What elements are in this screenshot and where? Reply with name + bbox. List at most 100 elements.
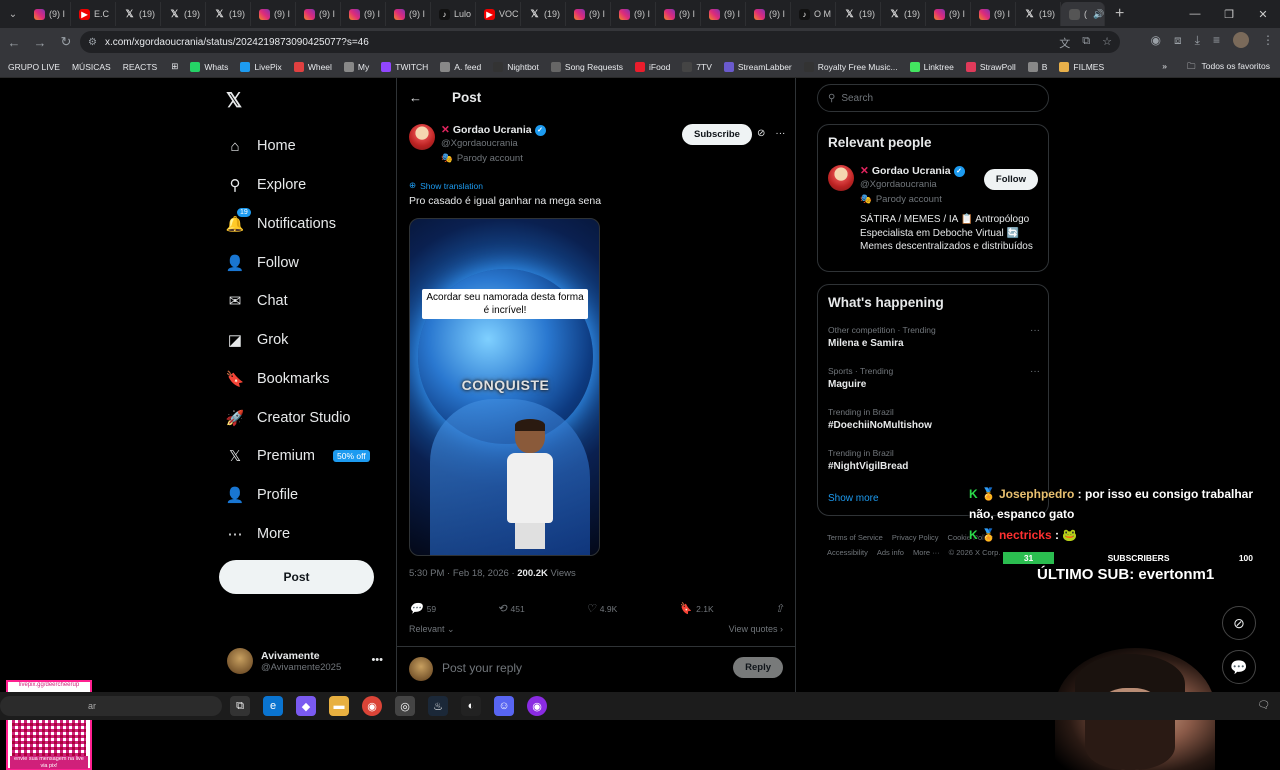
- app-icon[interactable]: ◐: [461, 696, 481, 716]
- grok-icon[interactable]: ⊘: [757, 128, 765, 139]
- bookmark-item[interactable]: REACTS ⊞: [123, 61, 179, 72]
- sidebar-item-bookmarks[interactable]: 🔖 Bookmarks: [226, 371, 330, 388]
- discord-icon[interactable]: ☺: [494, 696, 514, 716]
- edge-icon[interactable]: e: [263, 696, 283, 716]
- profile-avatar-icon[interactable]: [1233, 32, 1249, 48]
- browser-tab[interactable]: 𝕏 (19): [161, 2, 206, 26]
- browser-tab[interactable]: (9) I: [251, 2, 296, 26]
- bookmark-item[interactable]: MÚSICAS: [72, 62, 111, 72]
- author-name[interactable]: Gordao Ucrania: [453, 124, 532, 136]
- bookmark-item[interactable]: Royalty Free Music...: [803, 61, 898, 72]
- more-dots-icon[interactable]: ···: [1030, 366, 1040, 377]
- file-explorer-icon[interactable]: ▬: [329, 696, 349, 716]
- browser-tab[interactable]: ♪ Lulo: [431, 2, 476, 26]
- browser-tab[interactable]: ▶ VOC: [476, 2, 521, 26]
- translate-icon[interactable]: 文: [1059, 35, 1070, 51]
- browser-tab[interactable]: 𝕏 (19): [836, 2, 881, 26]
- task-view-icon[interactable]: ⧉: [230, 696, 250, 716]
- star-icon[interactable]: ☆: [1102, 35, 1112, 51]
- kebab-menu-icon[interactable]: ⋮: [1262, 33, 1274, 47]
- trend-item[interactable]: Trending in Brazil #DoechiiNoMultishow: [828, 407, 1040, 431]
- bookmark-item[interactable]: 7TV: [682, 61, 712, 72]
- app-icon[interactable]: ◉: [527, 696, 547, 716]
- browser-tab[interactable]: 𝕏 (19): [116, 2, 161, 26]
- steam-icon[interactable]: ♨: [428, 696, 448, 716]
- person-name[interactable]: Gordao Ucrania: [872, 165, 951, 177]
- sort-relevant[interactable]: Relevant ⌄: [409, 624, 455, 635]
- back-arrow-icon[interactable]: ←: [409, 90, 422, 105]
- bookmark-item[interactable]: Nightbot: [493, 61, 539, 72]
- browser-tab[interactable]: (9) I: [611, 2, 656, 26]
- search-input[interactable]: ⚲ Search: [817, 84, 1049, 112]
- bookmark-action[interactable]: 🔖 2.1K: [678, 602, 713, 615]
- tab-search-icon[interactable]: ⌄: [4, 5, 22, 23]
- close-window-icon[interactable]: ✕: [1246, 0, 1280, 28]
- reply-button[interactable]: Reply: [733, 657, 783, 678]
- browser-tab[interactable]: 𝕏 (19): [206, 2, 251, 26]
- install-icon[interactable]: ⧉: [1082, 35, 1090, 51]
- sidebar-item-creator-studio[interactable]: 🚀 Creator Studio: [226, 410, 351, 427]
- sidebar-item-follow[interactable]: 👤 Follow: [226, 255, 299, 272]
- bookmark-item[interactable]: Linktree: [909, 61, 954, 72]
- view-quotes-link[interactable]: View quotes ›: [729, 624, 783, 634]
- bookmark-item[interactable]: LivePix: [240, 61, 282, 72]
- browser-tab[interactable]: ♪ O M: [791, 2, 836, 26]
- download-icon[interactable]: ⤓: [1195, 33, 1200, 48]
- all-bookmarks[interactable]: Todos os favoritos: [1201, 61, 1270, 75]
- post-button[interactable]: Post: [219, 560, 374, 594]
- show-translation[interactable]: ⊕ Show translation: [409, 180, 483, 191]
- account-switcher[interactable]: Avivamente @Avivamente2025 •••: [227, 648, 387, 674]
- browser-tab[interactable]: ▶ E.C: [71, 2, 116, 26]
- sidebar-item-explore[interactable]: ⚲ Explore: [227, 177, 307, 194]
- browser-tab[interactable]: 𝕏 (19): [521, 2, 566, 26]
- back-icon[interactable]: ←: [2, 30, 26, 54]
- forward-icon[interactable]: →: [28, 30, 52, 54]
- apps-grid-icon[interactable]: ⊞: [171, 61, 178, 72]
- url-bar[interactable]: ⚙ x.com/xgordaoucrania/status/2024219873…: [80, 31, 1120, 53]
- messages-floating-icon[interactable]: 💬: [1222, 650, 1256, 684]
- sidebar-item-profile[interactable]: 👤 Profile: [226, 487, 298, 504]
- audio-icon[interactable]: 🔊: [1093, 9, 1104, 20]
- post-author[interactable]: ✕ Gordao Ucrania ✓ @Xgordaoucrania 🎭 Par…: [409, 124, 546, 164]
- footer-link[interactable]: Terms of Service: [827, 533, 883, 542]
- browser-tab[interactable]: (9) I: [926, 2, 971, 26]
- x-logo-icon[interactable]: 𝕏: [226, 88, 242, 113]
- bookmark-item[interactable]: A. feed: [440, 61, 481, 72]
- bookmark-item[interactable]: Song Requests: [550, 61, 623, 72]
- notification-center-icon[interactable]: 🗨: [1257, 700, 1270, 711]
- bookmark-item[interactable]: B: [1027, 61, 1047, 72]
- trend-item[interactable]: Trending in Brazil #NightVigilBread: [828, 448, 1040, 472]
- repost-action[interactable]: ⟲ 451: [497, 602, 524, 615]
- bookmark-item[interactable]: iFood: [635, 61, 670, 72]
- bookmark-item[interactable]: My: [343, 61, 369, 72]
- browser-tab[interactable]: (9) I: [566, 2, 611, 26]
- avatar[interactable]: [828, 165, 854, 191]
- browser-tab[interactable]: (9) I: [296, 2, 341, 26]
- minimize-icon[interactable]: —: [1178, 0, 1212, 28]
- browser-tab[interactable]: (9) I: [26, 2, 71, 26]
- browser-tab[interactable]: (9) I: [971, 2, 1016, 26]
- site-info-icon[interactable]: ⚙: [88, 37, 97, 48]
- browser-tab[interactable]: (9) I: [386, 2, 431, 26]
- maximize-icon[interactable]: ❐: [1212, 0, 1246, 28]
- bookmark-item[interactable]: FILMES: [1059, 61, 1104, 72]
- footer-link[interactable]: More ···: [913, 548, 940, 557]
- reply-action[interactable]: 💬 59: [409, 602, 436, 615]
- reload-icon[interactable]: ↻: [54, 30, 78, 54]
- post-time[interactable]: 5:30 PM · Feb 18, 2026 ·: [409, 568, 517, 579]
- bookmark-item[interactable]: TWITCH: [381, 61, 428, 72]
- sidebar-item-notifications[interactable]: 🔔 19 Notifications: [226, 208, 336, 233]
- sidebar-item-home[interactable]: ⌂ Home: [227, 138, 295, 155]
- browser-tab[interactable]: (9) I: [701, 2, 746, 26]
- footer-link[interactable]: Accessibility: [827, 548, 868, 557]
- bookmark-item[interactable]: StrawPoll: [965, 61, 1016, 72]
- active-tab[interactable]: ( 🔊 ✕: [1061, 2, 1105, 26]
- browser-tab[interactable]: (9) I: [746, 2, 791, 26]
- bookmark-item[interactable]: GRUPO LIVE: [8, 62, 60, 72]
- bookmark-item[interactable]: StreamLabber: [723, 61, 792, 72]
- browser-tab[interactable]: (9) I: [341, 2, 386, 26]
- trend-item[interactable]: Sports · Trending Maguire ···: [828, 366, 1040, 390]
- avatar[interactable]: [409, 124, 435, 150]
- show-more-link[interactable]: Show more: [828, 493, 879, 504]
- browser-tab[interactable]: 𝕏 (19): [1016, 2, 1061, 26]
